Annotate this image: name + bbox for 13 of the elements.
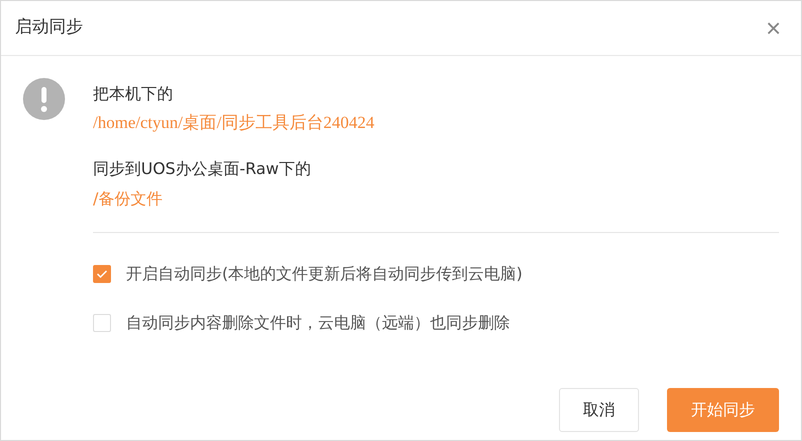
checkbox[interactable] xyxy=(93,314,111,332)
checkbox-label[interactable]: 自动同步内容删除文件时，云电脑（远端）也同步删除 xyxy=(126,311,510,335)
checkbox-label[interactable]: 开启自动同步(本地的文件更新后将自动同步传到云电脑) xyxy=(126,262,522,286)
close-button[interactable]: × xyxy=(766,15,781,41)
cancel-button[interactable]: 取消 xyxy=(559,388,639,432)
check-icon xyxy=(96,269,108,279)
dialog-title: 启动同步 xyxy=(15,16,83,40)
path-text: /备份文件 xyxy=(93,188,164,210)
warning-icon xyxy=(23,78,65,120)
path-text: /home/ctyun/桌面/同步工具后台240424 xyxy=(93,112,376,134)
message-text: 把本机下的 xyxy=(93,83,174,105)
checkbox[interactable] xyxy=(93,265,111,283)
message-text: 同步到UOS办公桌面-Raw下的 xyxy=(93,158,312,180)
